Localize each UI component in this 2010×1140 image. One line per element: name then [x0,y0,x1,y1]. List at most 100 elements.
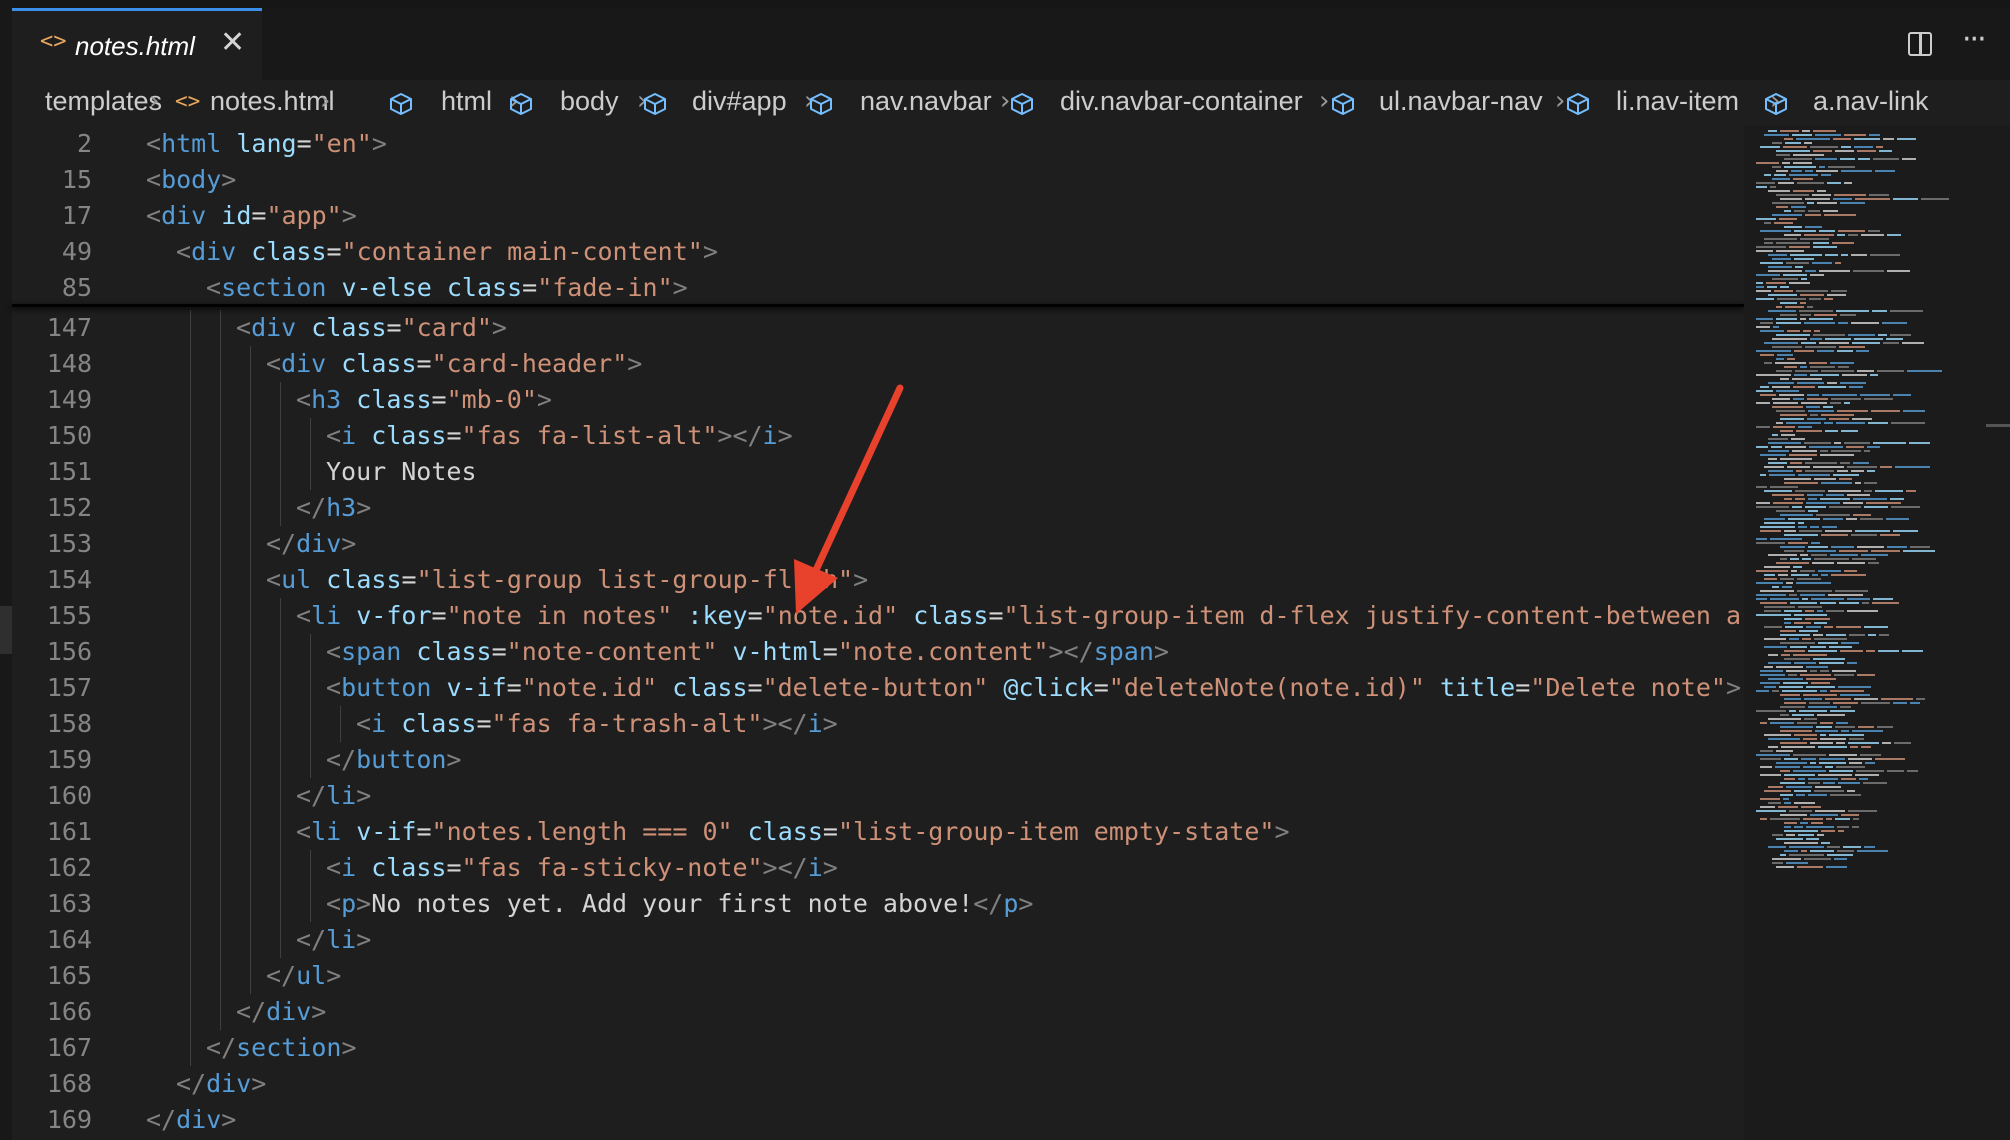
sticky-line[interactable]: 15 <body> [12,162,1742,198]
code-line[interactable]: 169 </div> [12,1102,1742,1138]
minimap-code-line [1808,210,1820,212]
code-line[interactable]: 166 </div> [12,994,1742,1030]
minimap-code-line [1780,782,1805,784]
minimap-code-line [1839,550,1868,552]
code-line[interactable]: 157 <button v-if="note.id" class="delete-… [12,670,1742,706]
minimap-code-line [1784,618,1802,620]
sticky-scroll-header[interactable]: 2 <html lang="en"> 15 <body> 17 <div id="app"… [12,126,1744,306]
minimap-code-line [1890,310,1923,312]
breadcrumb-item-div-app[interactable]: div#app [692,86,787,117]
minimap-code-line [1810,338,1822,340]
breadcrumb-item-body[interactable]: body [560,86,619,117]
indent-guide [190,1030,191,1066]
code-line[interactable]: 162 <i class="fas fa-sticky-note"></i> [12,850,1742,886]
breadcrumb-item-div-navbar-container[interactable]: div.navbar-container [1060,86,1303,117]
minimap-code-line [1883,138,1894,140]
minimap-code-line [1776,194,1809,196]
code-line[interactable]: 156 <span class="note-content" v-html="no… [12,634,1742,670]
minimap-code-line [1815,810,1845,812]
code-line[interactable]: 147 <div class="card"> [12,310,1742,346]
code-line[interactable]: 149 <h3 class="mb-0"> [12,382,1742,418]
minimap-code-line [1807,418,1826,420]
code-line[interactable]: 164 </li> [12,922,1742,958]
code-line[interactable]: 163 <p>No notes yet. Add your first note … [12,886,1742,922]
code-token: class [251,237,327,266]
code-line[interactable]: 155 <li v-for="note in notes" :key="note.… [12,598,1742,634]
minimap-code-line [1756,810,1786,812]
indent-guide [280,418,281,454]
sticky-line[interactable]: 85 <section v-else class="fade-in"> [12,270,1742,306]
code-line[interactable]: 158 <i class="fas fa-trash-alt"></i> [12,706,1742,742]
breadcrumb-item-html[interactable]: html [441,86,492,117]
indent-guide [340,706,341,742]
minimap-code-line [1813,634,1823,636]
minimap-code-line [1820,734,1826,736]
minimap-code-line [1756,446,1768,448]
minimap-code-line [1873,442,1906,444]
tab-notes-html[interactable]: <> notes.html ✕ [12,8,262,80]
minimap-code-line [1794,734,1817,736]
sticky-line[interactable]: 17 <div id="app"> [12,198,1742,234]
breadcrumb-item-templates[interactable]: templates [45,86,162,117]
split-editor-icon[interactable] [1908,32,1932,56]
code-line[interactable]: 154 <ul class="list-group list-group-flus… [12,562,1742,598]
code-text: </div> [176,1066,266,1102]
minimap-code-line [1800,238,1829,240]
code-token: </ [296,781,327,810]
code-line[interactable]: 167 </section> [12,1030,1742,1066]
code-token: div [281,349,327,378]
minimap-code-line [1861,746,1871,748]
minimap-code-line [1781,434,1795,436]
code-line[interactable]: 151 Your Notes [12,454,1742,490]
minimap-code-line [1760,394,1776,396]
sticky-line[interactable]: 2 <html lang="en"> [12,126,1742,162]
breadcrumb-separator-icon: › [1319,86,1330,116]
breadcrumb-item-a-nav-link[interactable]: a.nav-link [1813,86,1929,117]
indent-guide [190,670,191,706]
code-token: < [326,637,342,666]
code-line[interactable]: 161 <li v-if="notes.length === 0" class="… [12,814,1742,850]
minimap-code-line [1855,482,1861,484]
code-line[interactable]: 160 </li> [12,778,1742,814]
minimap-code-line [1838,230,1865,232]
code-line[interactable]: 152 </h3> [12,490,1742,526]
minimap-code-line [1844,182,1852,184]
minimap-code-line [1760,146,1780,148]
minimap-code-line [1764,610,1781,612]
code-text: </section> [206,1030,357,1066]
minimap-code-line [1756,538,1767,540]
minimap-code-line [1764,578,1777,580]
minimap-code-line [1760,354,1774,356]
minimap-code-line [1798,834,1814,836]
sticky-line[interactable]: 49 <div class="container main-content"> [12,234,1742,270]
minimap-code-line [1810,366,1835,368]
indent-guide [310,454,311,490]
minimap-code-line [1838,322,1848,324]
close-icon[interactable]: ✕ [220,25,245,60]
code-line[interactable]: 165 </ul> [12,958,1742,994]
minimap-code-line [1815,158,1837,160]
minimap-code-line [1784,226,1802,228]
code-line[interactable]: 148 <div class="card-header"> [12,346,1742,382]
more-actions-icon[interactable]: ··· [1962,22,1987,57]
breadcrumb-item-ul-navbar-nav[interactable]: ul.navbar-nav [1379,86,1543,117]
minimap[interactable] [1744,126,2010,1140]
minimap-code-line [1787,358,1795,360]
code-line[interactable]: 153 </div> [12,526,1742,562]
breadcrumb-item-li-nav-item[interactable]: li.nav-item [1616,86,1739,117]
code-token: </ [236,997,267,1026]
code-line[interactable]: 150 <i class="fas fa-list-alt"></i> [12,418,1742,454]
code-line[interactable]: 159 </button> [12,742,1742,778]
minimap-code-line [1764,606,1795,608]
minimap-code-line [1836,766,1865,768]
code-line[interactable]: 168 </div> [12,1066,1742,1102]
code-token: ></ [762,709,808,738]
code-token: = [476,709,492,738]
code-token: p [1003,889,1019,918]
breadcrumb-item-nav-navbar[interactable]: nav.navbar [860,86,992,117]
breadcrumb-item-notes-html[interactable]: notes.html [210,86,335,117]
minimap-slider[interactable] [1986,424,2010,427]
minimap-code-line [1760,758,1781,760]
minimap-code-line [1760,674,1785,676]
minimap-code-line [1803,766,1822,768]
